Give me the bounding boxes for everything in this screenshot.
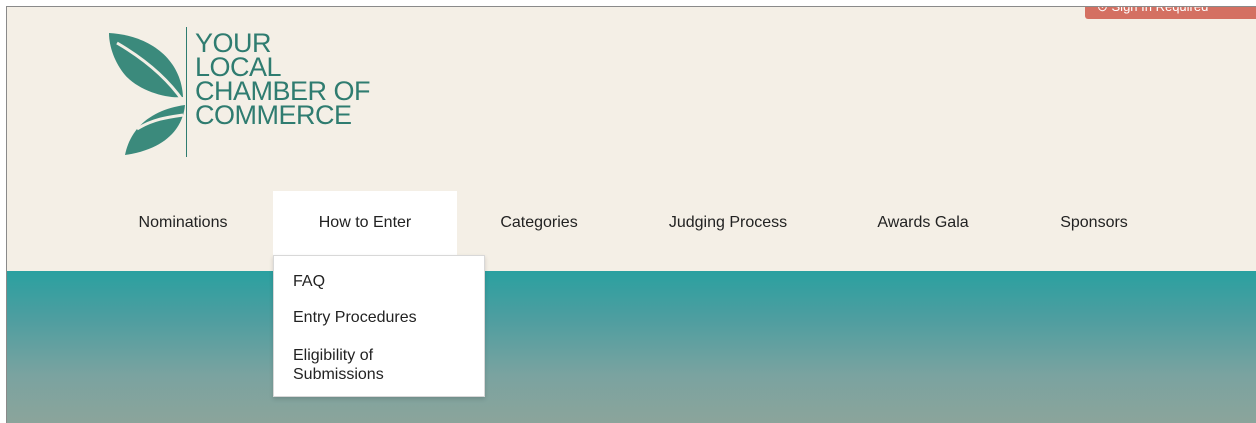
nav-item-how-to-enter[interactable]: How to Enter xyxy=(273,191,457,255)
dropdown-item-eligibility[interactable]: Eligibility of Submissions xyxy=(293,346,413,384)
nav-item-categories[interactable]: Categories xyxy=(477,191,601,255)
main-nav: Nominations How to Enter Categories Judg… xyxy=(7,191,1256,255)
dropdown-item-faq[interactable]: FAQ xyxy=(293,272,325,291)
nav-item-nominations[interactable]: Nominations xyxy=(113,191,253,255)
sign-in-tab[interactable]: ⊙ Sign In Required xyxy=(1085,7,1256,19)
page-frame: ⊙ Sign In Required YOUR LOCAL CHAMBER OF… xyxy=(6,6,1256,423)
nav-item-sponsors[interactable]: Sponsors xyxy=(1037,191,1151,255)
hero-banner xyxy=(7,271,1256,423)
logo-divider xyxy=(186,27,187,157)
how-to-enter-dropdown: FAQ Entry Procedures Eligibility of Subm… xyxy=(273,255,485,397)
logo-line-4: COMMERCE xyxy=(195,100,352,130)
nav-item-awards-gala[interactable]: Awards Gala xyxy=(855,191,991,255)
leaf-butterfly-icon xyxy=(107,29,189,162)
nav-item-judging-process[interactable]: Judging Process xyxy=(643,191,813,255)
dropdown-item-entry-procedures[interactable]: Entry Procedures xyxy=(293,308,417,327)
site-logo-text[interactable]: YOUR LOCAL CHAMBER OF COMMERCE xyxy=(195,30,371,130)
